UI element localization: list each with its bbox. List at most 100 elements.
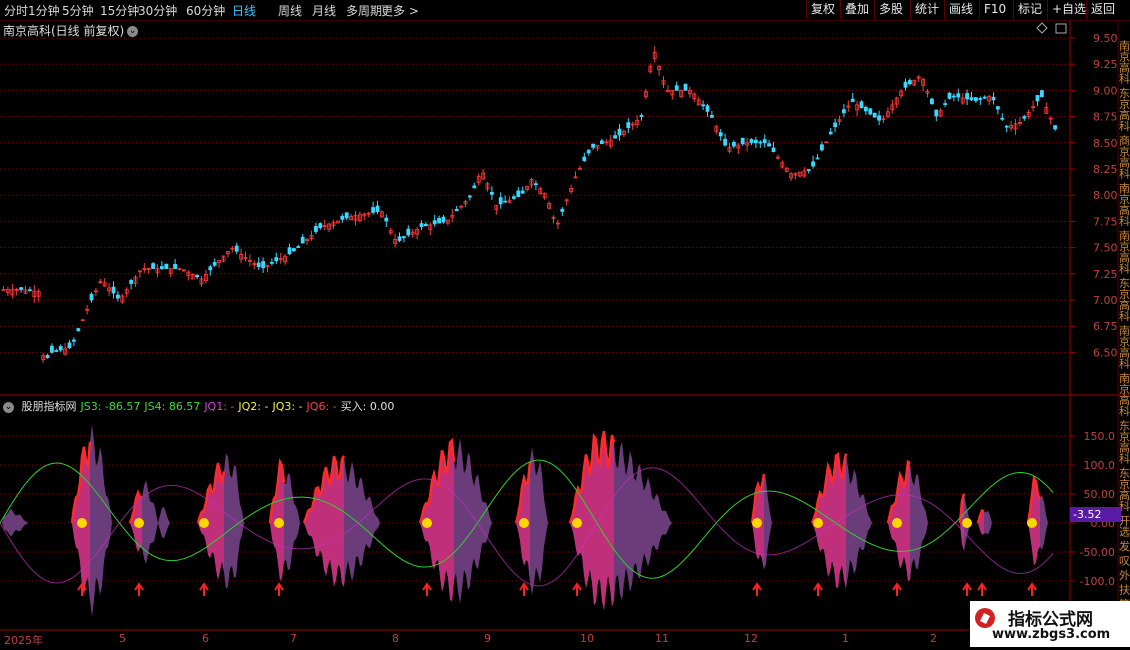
candle-body: [613, 135, 617, 139]
buy-arrow-icon: [977, 582, 987, 596]
candle-body: [129, 280, 134, 284]
candle-body: [212, 262, 217, 266]
candle-body: [371, 207, 376, 213]
site-logo-icon: [975, 608, 995, 628]
buy-arrow-icon: [752, 582, 762, 596]
candle-body: [710, 114, 714, 118]
date-label: 5: [119, 632, 126, 645]
candle-body: [384, 217, 389, 222]
candle-body: [401, 236, 406, 239]
candle-body: [872, 112, 877, 118]
buy-arrow-icon: [274, 582, 284, 596]
candle-body: [164, 264, 169, 269]
candle-body: [674, 85, 679, 91]
candle-body: [560, 208, 565, 212]
candle-body: [318, 223, 323, 229]
indicator-name: 股朋指标网: [18, 400, 77, 413]
buy-signal-dot: [572, 518, 582, 528]
indicator-value-4: JQ3: -: [272, 400, 303, 413]
date-label: 6: [202, 632, 209, 645]
buy-signal-dot: [962, 518, 972, 528]
candle-body: [45, 355, 50, 359]
price-tick-label: 7.00: [1093, 294, 1118, 307]
watermark-logo: 指标公式网 www.zbgs3.com: [970, 601, 1130, 647]
candle-body: [762, 139, 767, 144]
candle-body: [683, 83, 688, 91]
watermark-line2: www.zbgs3.com: [992, 627, 1111, 642]
candle-body: [423, 223, 428, 227]
price-tick-label: 9.25: [1093, 58, 1118, 71]
candle-body: [516, 190, 521, 197]
candle-body: [600, 140, 604, 145]
candle-body: [512, 196, 516, 199]
candle-body: [287, 247, 292, 255]
candle-body: [965, 93, 969, 100]
candle-body: [300, 236, 305, 244]
candle-body: [811, 161, 815, 167]
candle-body: [116, 294, 120, 299]
candle-body: [969, 97, 974, 101]
candle-body: [991, 96, 996, 101]
indicator-menu-icon[interactable]: ⌄: [3, 401, 14, 413]
candle-body: [406, 228, 411, 236]
candle-body: [850, 98, 855, 103]
candle-body: [274, 257, 279, 262]
candle-body: [441, 216, 446, 223]
candle-body: [19, 287, 24, 290]
candle-body: [534, 183, 538, 186]
price-tick-label: 9.50: [1093, 32, 1118, 45]
candle-body: [868, 108, 873, 115]
date-label: 1: [842, 632, 849, 645]
candle-body: [50, 345, 54, 353]
price-tick-label: 7.25: [1093, 268, 1118, 281]
date-label: 10: [580, 632, 594, 645]
current-value-badge: -3.52: [1070, 507, 1121, 522]
buy-signal-dot: [134, 518, 144, 528]
price-tick-label: 6.75: [1093, 320, 1118, 333]
candle-body: [291, 248, 296, 252]
buy-signal-dot: [77, 518, 87, 528]
buy-signal-dot: [422, 518, 432, 528]
buy-arrow-icon: [813, 582, 823, 596]
date-axis: 2025年 5 6 7 8 9 10 11 12 1 2: [0, 630, 1070, 650]
candle-body: [930, 98, 934, 105]
candle-body: [208, 266, 213, 271]
window-icon: [1055, 23, 1067, 34]
candle-body: [943, 103, 947, 105]
candle-body: [89, 293, 94, 301]
buy-arrow-icon: [519, 582, 529, 596]
buy-signal-dot: [752, 518, 762, 528]
candle-body: [639, 115, 644, 118]
price-chart-area[interactable]: 9.50 9.25 9.00 8.75 8.50 8.25 8.00 7.75 7.50 7.25…: [0, 0, 1130, 650]
candle-body: [947, 92, 952, 99]
indicator-value-1: JS4: 86.57: [144, 400, 201, 413]
candle-body: [767, 143, 771, 147]
candle-body: [617, 128, 622, 136]
candle-body: [758, 141, 763, 144]
indicator-value-2: JQ1: -: [204, 400, 235, 413]
date-label: 2: [930, 632, 937, 645]
candle-body: [859, 101, 864, 109]
candle-body: [740, 137, 745, 145]
candle-body: [159, 266, 164, 269]
candle-body: [432, 220, 437, 225]
indicator-value-5: JQ6: -: [306, 400, 337, 413]
price-tick-label: 8.50: [1093, 137, 1118, 150]
candle-body: [626, 122, 631, 129]
buy-signal-dot: [813, 518, 823, 528]
candle-body: [76, 328, 81, 331]
candle-body: [344, 212, 349, 219]
candle-body: [27, 289, 32, 292]
candle-body: [520, 190, 525, 194]
candle-body: [754, 139, 758, 144]
candle-body: [586, 149, 591, 154]
diamond-icon: [1036, 22, 1048, 34]
price-tick-label: 9.00: [1093, 84, 1118, 97]
price-tick-label: 8.25: [1093, 163, 1118, 176]
candle-body: [151, 263, 156, 269]
candle-body: [982, 96, 987, 99]
candle-body: [828, 131, 833, 135]
date-label: 7: [290, 632, 297, 645]
candle-body: [1000, 117, 1005, 120]
indicator-title: ⌄ 股朋指标网 JS3: -86.57 JS4: 86.57 JQ1: - JQ2: -…: [3, 398, 398, 414]
